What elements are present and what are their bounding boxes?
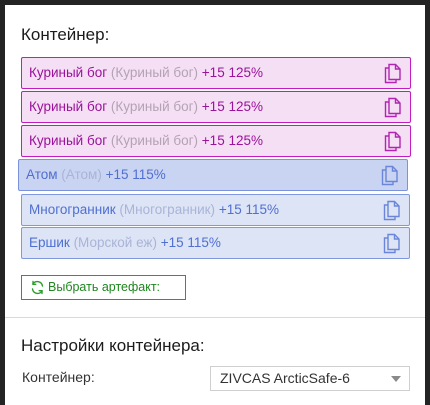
section-divider [5, 317, 425, 318]
artifact-bonus: +15 115% [218, 202, 280, 217]
copy-icon[interactable] [380, 165, 400, 186]
artifact-alt-name: (Куриный бог) [110, 99, 199, 114]
artifact-bonus: +15 115% [105, 167, 166, 182]
artifact-alt-name: (Куриный бог) [110, 65, 199, 80]
copy-icon[interactable] [382, 233, 402, 254]
artifact-alt-name: (Атом) [61, 167, 102, 182]
refresh-icon [30, 280, 45, 295]
artifact-name: Многогранник [29, 202, 116, 217]
artifact-slot[interactable]: Куриный бог (Куриный бог) +15 125% [21, 91, 411, 123]
artifact-name: Атом [26, 167, 58, 182]
container-select[interactable]: ZIVCAS ArcticSafe-6 [210, 366, 410, 391]
artifact-slot[interactable]: Куриный бог (Куриный бог) +15 125% [21, 57, 411, 89]
artifact-name: Ершик [29, 235, 70, 250]
container-field-label: Контейнер: [22, 369, 95, 385]
artifact-alt-name: (Морской еж) [73, 235, 157, 250]
copy-icon[interactable] [383, 63, 403, 84]
copy-icon[interactable] [383, 131, 403, 152]
artifact-bonus: +15 125% [201, 133, 263, 148]
settings-title: Настройки контейнера: [21, 336, 205, 355]
artifact-name: Куриный бог [29, 133, 108, 148]
artifact-bonus: +15 125% [201, 99, 263, 114]
chevron-down-icon[interactable] [391, 376, 401, 382]
copy-icon[interactable] [382, 200, 402, 221]
container-panel: Контейнер: Куриный бог (Куриный бог) +15… [5, 5, 425, 405]
copy-icon[interactable] [383, 97, 403, 118]
artifact-bonus: +15 125% [201, 65, 263, 80]
artifact-name: Куриный бог [29, 65, 108, 80]
artifact-alt-name: (Многогранник) [119, 202, 216, 217]
container-select-value: ZIVCAS ArcticSafe-6 [220, 370, 350, 386]
container-title: Контейнер: [21, 25, 110, 44]
artifact-slot[interactable]: Ершик (Морской еж) +15 115% [21, 227, 410, 259]
pick-artifact-label: Выбрать артефакт: [48, 280, 161, 294]
artifact-slot[interactable]: Многогранник (Многогранник) +15 115% [21, 194, 410, 226]
artifact-alt-name: (Куриный бог) [110, 133, 199, 148]
artifact-bonus: +15 115% [160, 235, 221, 250]
artifact-slot[interactable]: Куриный бог (Куриный бог) +15 125% [21, 125, 411, 157]
artifact-name: Куриный бог [29, 99, 108, 114]
pick-artifact-button[interactable]: Выбрать артефакт: [21, 275, 186, 300]
artifact-slot[interactable]: Атом (Атом) +15 115% [18, 159, 408, 191]
